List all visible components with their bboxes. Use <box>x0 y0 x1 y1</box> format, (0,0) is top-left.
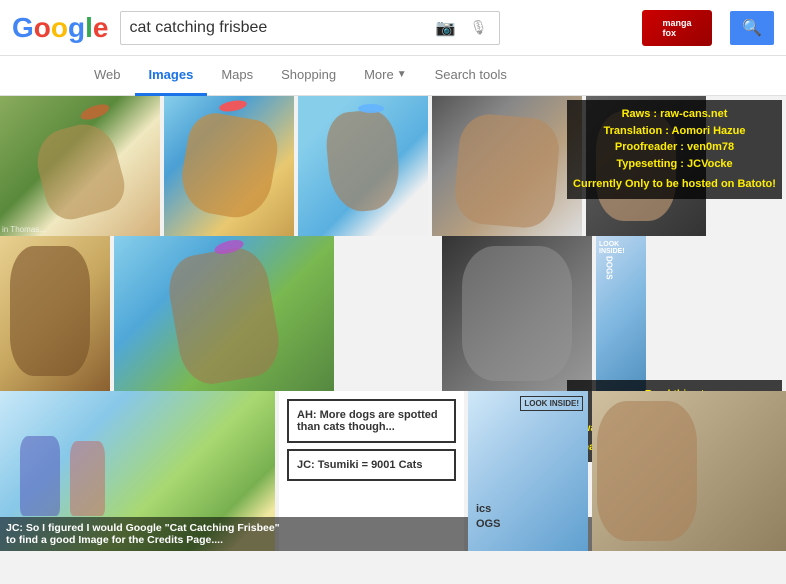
credits-translation: Translation : Aomori Hazue <box>573 123 776 140</box>
search-input[interactable] <box>129 19 431 37</box>
cat-image-6[interactable] <box>0 236 110 391</box>
image-row-1: in Thomas... Raws : raw-cans.net Transla… <box>0 96 786 236</box>
nav-shopping[interactable]: Shopping <box>267 56 350 96</box>
cat-image-3[interactable] <box>298 96 428 236</box>
credits-raws: Raws : raw-cans.net <box>573 106 776 123</box>
book-cover[interactable]: LOOK INSIDE! icsOGS <box>468 391 588 551</box>
search-button[interactable]: 🔍 <box>730 11 774 45</box>
look-inside-badge: LOOK INSIDE! <box>520 396 583 411</box>
cat-image-9[interactable] <box>442 236 592 391</box>
anime-image[interactable]: JC: So I figured I would Google "Cat Cat… <box>0 391 275 551</box>
dogs-book-text: DOGS <box>604 256 614 361</box>
nav-images[interactable]: Images <box>135 56 208 96</box>
search-bar: 📷 🎙 <box>120 11 500 45</box>
image-row-3: JC: So I figured I would Google "Cat Cat… <box>0 391 786 551</box>
nav-more[interactable]: More ▼ <box>350 56 421 96</box>
manga-logo: mangafox <box>642 10 712 46</box>
mic-button[interactable]: 🎙 <box>466 15 492 40</box>
cat-image-2[interactable] <box>164 96 294 236</box>
search-icons: 📷 🎙 <box>432 14 492 42</box>
header: Google 📷 🎙 mangafox 🔍 <box>0 0 786 56</box>
cat-image-right[interactable] <box>592 391 786 551</box>
nav-web[interactable]: Web <box>80 56 135 96</box>
dogs-book-cover[interactable]: DOGS LOOK INSIDE! <box>596 236 646 391</box>
credits-proofreader: Proofreader : ven0m78 <box>573 139 776 156</box>
manga-dialog-2: JC: Tsumiki = 9001 Cats <box>287 449 456 481</box>
image-row-2: DOGS LOOK INSIDE! Read this at http://ww… <box>0 236 786 391</box>
credits-overlay-top: Raws : raw-cans.net Translation : Aomori… <box>567 100 782 199</box>
dropdown-arrow: ▼ <box>397 69 407 80</box>
google-logo: Google <box>12 12 108 44</box>
cat-image-4[interactable] <box>432 96 582 236</box>
header-right: mangafox 🔍 <box>642 10 774 46</box>
nav-maps[interactable]: Maps <box>207 56 267 96</box>
nav-bar: Web Images Maps Shopping More ▼ Search t… <box>0 56 786 96</box>
manga-dialog-1: AH: More dogs are spotted than cats thou… <box>287 399 456 443</box>
search-icon: 🔍 <box>742 18 762 38</box>
credits-hosting: Currently Only to be hosted on Batoto! <box>573 176 776 193</box>
nav-search-tools[interactable]: Search tools <box>421 56 521 96</box>
camera-button[interactable]: 📷 <box>432 14 460 42</box>
main-content: in Thomas... Raws : raw-cans.net Transla… <box>0 96 786 584</box>
cat-image-7[interactable] <box>114 236 334 391</box>
cat-image-1[interactable]: in Thomas... <box>0 96 160 236</box>
book-title: icsOGS <box>476 502 500 531</box>
credits-typesetting: Typesetting : JCVocke <box>573 156 776 173</box>
